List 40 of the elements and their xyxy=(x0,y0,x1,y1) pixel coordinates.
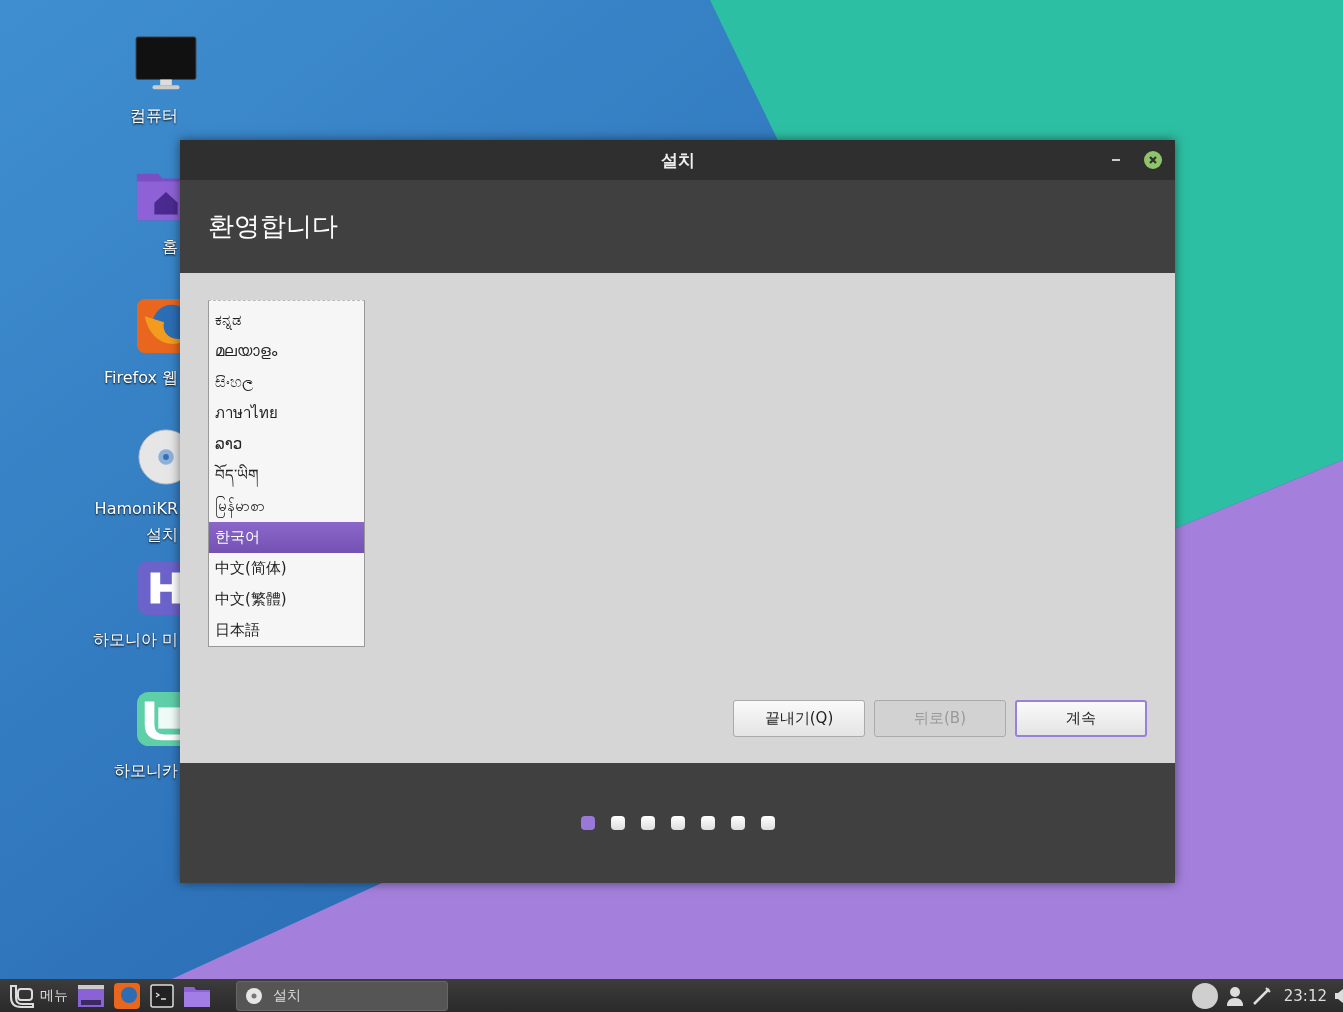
language-item[interactable]: 中文(繁體) xyxy=(209,584,364,615)
leaf-logo-icon xyxy=(8,982,36,1009)
desktop-icon-label: 홈 xyxy=(162,236,178,258)
close-icon[interactable] xyxy=(1144,151,1162,169)
desktop-icon-label: 설치 xyxy=(146,524,178,546)
language-item[interactable]: ລາວ xyxy=(209,429,364,460)
terminal-icon[interactable] xyxy=(150,983,174,1008)
dialog-button[interactable]: 계속 xyxy=(1015,700,1147,737)
language-item[interactable]: മലയാളം xyxy=(209,336,364,367)
desktop-icon[interactable] xyxy=(78,984,104,1007)
disc-icon xyxy=(245,986,263,1005)
language-item[interactable]: བོད་ཡིག xyxy=(209,460,364,491)
language-item[interactable]: 日本語 xyxy=(209,615,364,646)
task-button[interactable]: 설치 xyxy=(236,980,448,1011)
clock[interactable]: 23:12 xyxy=(1283,986,1327,1005)
folder-icon[interactable] xyxy=(184,984,210,1007)
desktop-icon-label: 하모니카 xyxy=(114,760,178,782)
minimize-icon[interactable] xyxy=(1112,158,1122,162)
language-item[interactable]: 한국어 xyxy=(209,522,364,553)
user-icon[interactable] xyxy=(1225,985,1244,1006)
leaf-logo-icon[interactable] xyxy=(135,690,180,748)
speaker-icon[interactable] xyxy=(1335,988,1343,1003)
language-item[interactable]: 中文(简体) xyxy=(209,553,364,584)
menu-button[interactable]: 메뉴 xyxy=(8,982,68,1009)
h-letter-icon[interactable] xyxy=(135,559,180,617)
globe-fox-icon[interactable] xyxy=(114,982,140,1009)
window-title: 설치 xyxy=(660,148,695,172)
circle-icon[interactable] xyxy=(1191,982,1218,1009)
desktop-icon-label: HamoniKR xyxy=(94,498,178,520)
desktop-icon-label: Firefox 웹 xyxy=(103,367,178,389)
desktop-icon-label: 하모니아 미 xyxy=(92,629,178,651)
desktop-icon-label: 컴퓨터 xyxy=(130,105,178,127)
globe-fox-icon[interactable] xyxy=(135,297,180,355)
dialog-button[interactable]: 끝내기(Q) xyxy=(733,700,865,737)
language-item[interactable]: မြန်မာစာ xyxy=(209,491,364,522)
language-item[interactable]: සිංහල xyxy=(209,367,364,398)
pen-icon[interactable] xyxy=(1251,985,1272,1006)
language-item[interactable]: ಕನ್ನಡ xyxy=(209,305,364,336)
language-item[interactable]: ภาษาไทย xyxy=(209,398,364,429)
page-heading: 환영합니다 xyxy=(208,210,338,243)
